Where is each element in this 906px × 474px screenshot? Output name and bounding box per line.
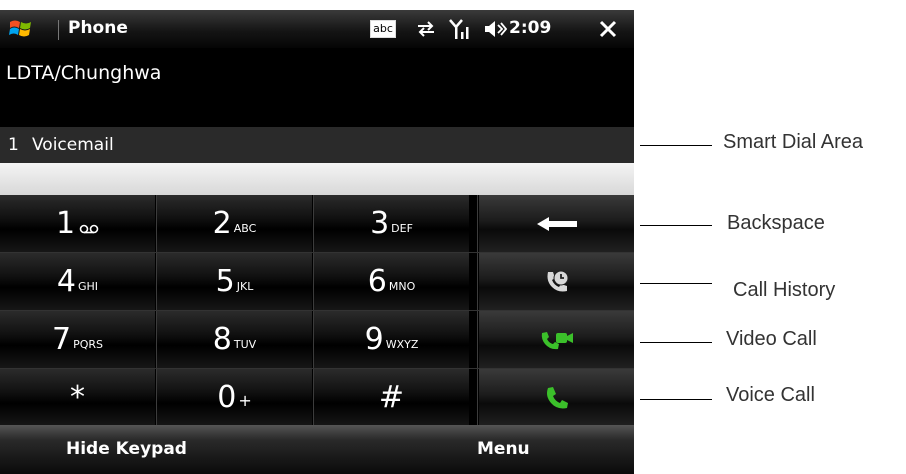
keypad-row-divider	[0, 310, 634, 311]
key-digit: 3	[370, 206, 390, 241]
signal-strength-icon[interactable]	[446, 10, 474, 48]
callout-line	[640, 342, 712, 343]
key-digit: 1	[55, 206, 76, 241]
key-8[interactable]: 8 TUV	[157, 311, 312, 368]
key-star[interactable]: *	[0, 369, 155, 426]
hide-keypad-softkey[interactable]: Hide Keypad	[66, 439, 187, 459]
key-digit: 4	[56, 264, 77, 299]
callout-voice-call: Voice Call	[726, 384, 815, 406]
key-digit: 9	[364, 322, 384, 357]
key-digit: 7	[51, 322, 72, 357]
smart-dial-item[interactable]: 1 Voicemail	[0, 127, 634, 163]
call-history-icon	[547, 270, 568, 291]
key-digit: 0	[217, 380, 237, 415]
keypad: 1 2 ABC 3 DEF 4 GHI 5 JKL 6 MNO 7 PQRS 8…	[0, 195, 634, 426]
key-digit: 5	[215, 264, 235, 299]
number-entry-field[interactable]	[0, 163, 634, 195]
keypad-row-divider	[0, 252, 634, 253]
key-5[interactable]: 5 JKL	[157, 253, 312, 310]
key-hash[interactable]: #	[314, 369, 469, 426]
smart-dial-number: 1	[8, 135, 19, 155]
key-digit: #	[378, 380, 405, 415]
key-letters: PQRS	[73, 338, 103, 351]
menu-softkey[interactable]: Menu	[477, 439, 530, 459]
callout-smart-dial: Smart Dial Area	[723, 131, 864, 153]
key-digit: 2	[212, 206, 232, 241]
key-letters: TUV	[233, 338, 257, 351]
key-letters: +	[238, 391, 252, 410]
key-letters: MNO	[388, 280, 416, 293]
callout-line	[640, 399, 712, 400]
video-call-icon	[541, 331, 573, 349]
callout-call-history: Call History	[733, 279, 836, 301]
key-9[interactable]: 9 WXYZ	[314, 311, 469, 368]
volume-icon[interactable]	[482, 10, 508, 48]
input-mode-label: abc	[370, 20, 396, 38]
app-title: Phone	[68, 18, 128, 38]
phone-screen: Phone abc 2:09 LDTA/Chunghwa 1 Voicemail…	[0, 10, 634, 474]
callout-line	[640, 283, 712, 284]
voice-call-icon	[546, 386, 568, 408]
video-call-button[interactable]	[479, 311, 634, 368]
key-4[interactable]: 4 GHI	[0, 253, 155, 310]
key-6[interactable]: 6 MNO	[314, 253, 469, 310]
close-button[interactable]	[592, 14, 624, 44]
clock[interactable]: 2:09	[509, 18, 551, 38]
key-letters: GHI	[78, 280, 99, 293]
close-icon	[599, 20, 617, 38]
key-letters: ABC	[233, 222, 257, 235]
backspace-icon	[536, 216, 577, 231]
key-1[interactable]: 1	[0, 195, 155, 252]
callout-backspace: Backspace	[727, 212, 825, 234]
key-3[interactable]: 3 DEF	[314, 195, 469, 252]
key-7[interactable]: 7 PQRS	[0, 311, 155, 368]
key-letters: JKL	[236, 280, 254, 293]
connectivity-icon[interactable]	[412, 10, 440, 48]
softkey-bar: Hide Keypad Menu	[0, 425, 634, 474]
call-history-button[interactable]	[479, 253, 634, 310]
key-2[interactable]: 2 ABC	[157, 195, 312, 252]
keypad-row-divider	[0, 368, 634, 369]
operator-name: LDTA/Chunghwa	[6, 62, 162, 84]
backspace-button[interactable]	[479, 195, 634, 252]
callout-line	[640, 225, 712, 226]
key-letters: WXYZ	[385, 338, 419, 351]
smart-dial-name: Voicemail	[32, 135, 114, 155]
windows-start-icon[interactable]	[8, 16, 34, 42]
callout-video-call: Video Call	[726, 328, 817, 350]
key-letters: DEF	[391, 222, 413, 235]
key-digit: 8	[212, 322, 232, 357]
title-separator	[58, 20, 59, 40]
input-mode-indicator[interactable]: abc	[370, 10, 396, 48]
voicemail-icon	[79, 224, 99, 233]
voice-call-button[interactable]	[479, 369, 634, 426]
callout-line	[640, 145, 712, 146]
key-0[interactable]: 0 +	[157, 369, 312, 426]
key-digit: *	[70, 380, 85, 415]
key-digit: 6	[367, 264, 387, 299]
title-bar: Phone abc 2:09	[0, 10, 634, 48]
